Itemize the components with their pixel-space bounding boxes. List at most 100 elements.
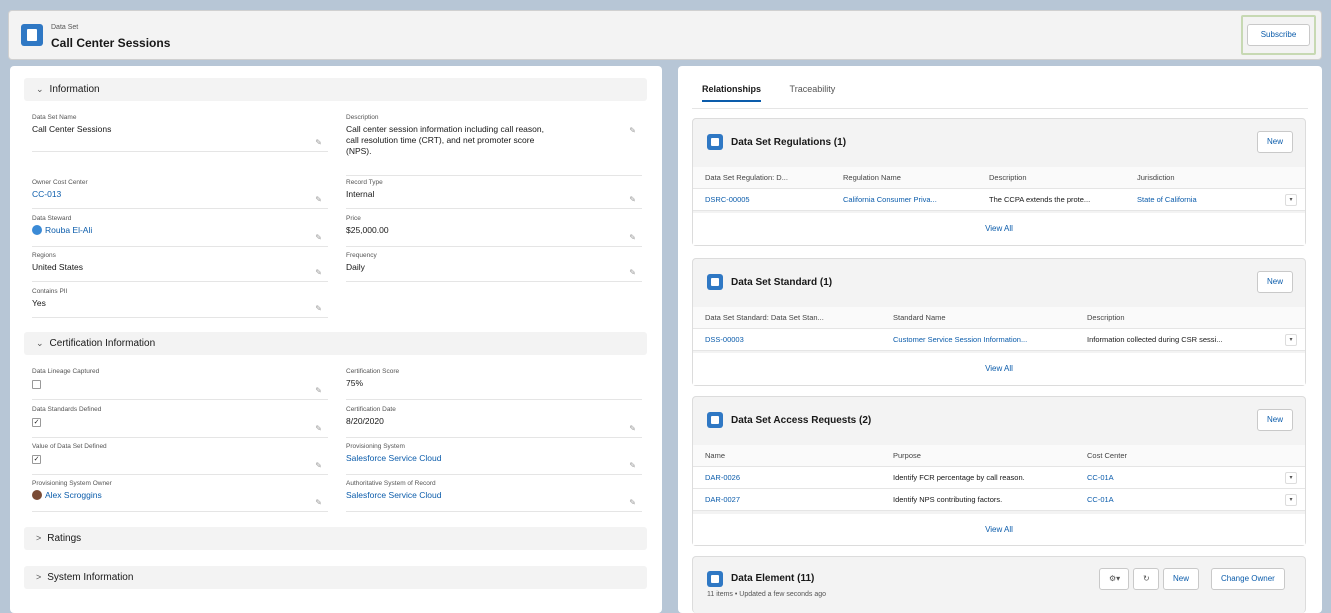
pencil-icon[interactable]: ✎	[315, 498, 322, 507]
pencil-icon[interactable]: ✎	[315, 424, 322, 433]
new-button[interactable]: New	[1163, 568, 1200, 590]
data-set-icon	[21, 24, 43, 46]
refresh-icon[interactable]: ↻	[1133, 568, 1159, 590]
table-cell: Information collected during CSR sessi..…	[1087, 335, 1223, 344]
table-row: DSRC-00005 California Consumer Priva... …	[693, 189, 1305, 211]
pencil-icon[interactable]: ✎	[315, 195, 322, 204]
new-button[interactable]: New	[1256, 409, 1293, 431]
table-cell-link[interactable]: DSRC-00005	[705, 189, 833, 211]
table-cell-link[interactable]: CC-01A	[1087, 489, 1267, 511]
pencil-icon[interactable]: ✎	[629, 268, 636, 277]
column-header[interactable]: Jurisdiction	[1137, 167, 1277, 189]
object-label: Data Set	[51, 24, 79, 31]
field-label: Authoritative System of Record	[346, 480, 436, 487]
table-cell-link[interactable]: CC-01A	[1087, 467, 1267, 489]
field-label: Frequency	[346, 252, 377, 259]
field-label: Certification Date	[346, 406, 396, 413]
field-certification-date: Certification Date 8/20/2020 ✎	[346, 406, 642, 438]
pencil-icon[interactable]: ✎	[315, 304, 322, 313]
section-certification-label: Certification Information	[49, 338, 156, 349]
tab-relationships[interactable]: Relationships	[702, 84, 762, 102]
field-record-type: Record Type Internal ✎	[346, 179, 642, 209]
column-header[interactable]: Data Set Standard: Data Set Stan...	[705, 307, 885, 329]
section-ratings-header[interactable]: > Ratings	[24, 527, 647, 550]
row-menu-icon[interactable]: ▾	[1285, 472, 1297, 484]
data-set-icon	[707, 134, 723, 150]
tab-divider	[692, 108, 1308, 109]
column-header[interactable]: Description	[989, 167, 1129, 189]
pencil-icon[interactable]: ✎	[629, 195, 636, 204]
column-header[interactable]: Data Set Regulation: D...	[705, 167, 833, 189]
field-value-link[interactable]: Salesforce Service Cloud	[346, 490, 642, 501]
pencil-icon[interactable]: ✎	[629, 461, 636, 470]
field-value-link[interactable]: Alex Scroggins	[32, 490, 328, 501]
field-value: United States	[32, 262, 84, 272]
table-cell-link[interactable]: State of California	[1137, 189, 1267, 211]
table-cell-link[interactable]: DSS-00003	[705, 329, 885, 351]
section-certification-header[interactable]: ⌄ Certification Information	[24, 332, 647, 355]
table-header-row: Data Set Regulation: D... Regulation Nam…	[693, 167, 1305, 189]
field-label: Provisioning System	[346, 443, 405, 450]
column-header[interactable]: Cost Center	[1087, 445, 1267, 467]
field-value: 75%	[346, 378, 364, 388]
tab-bar: Relationships Traceability	[702, 84, 861, 108]
pencil-icon[interactable]: ✎	[629, 233, 636, 242]
view-all-link[interactable]: View All	[693, 213, 1305, 245]
pencil-icon[interactable]: ✎	[315, 138, 322, 147]
field-value-line: (NPS).	[346, 146, 372, 156]
section-information-header[interactable]: ⌄ Information	[24, 78, 647, 101]
new-button[interactable]: New	[1256, 131, 1293, 153]
field-value-link[interactable]: Salesforce Service Cloud	[346, 453, 642, 464]
field-label: Owner Cost Center	[32, 179, 88, 186]
column-header[interactable]: Regulation Name	[843, 167, 983, 189]
field-regions: Regions United States ✎	[32, 252, 328, 282]
field-value: Daily	[346, 262, 365, 272]
tab-traceability[interactable]: Traceability	[790, 84, 836, 100]
checkbox-checked[interactable]: ✓	[32, 418, 41, 427]
change-owner-button[interactable]: Change Owner	[1211, 568, 1285, 590]
pencil-icon[interactable]: ✎	[629, 424, 636, 433]
field-data-set-name: Data Set Name Call Center Sessions ✎	[32, 114, 328, 152]
settings-icon[interactable]: ⚙▾	[1099, 568, 1129, 590]
table-cell-link[interactable]: DAR-0027	[705, 489, 885, 511]
view-all-link[interactable]: View All	[693, 514, 1305, 545]
new-button[interactable]: New	[1256, 271, 1293, 293]
section-information-label: Information	[49, 84, 100, 95]
field-authoritative-system: Authoritative System of Record Salesforc…	[346, 480, 642, 512]
table-cell-link[interactable]: DAR-0026	[705, 467, 885, 489]
checkbox-checked[interactable]: ✓	[32, 455, 41, 464]
table-cell-link[interactable]: Customer Service Session Information...	[893, 329, 1081, 351]
table-cell-link[interactable]: California Consumer Priva...	[843, 189, 983, 211]
pencil-icon[interactable]: ✎	[315, 233, 322, 242]
view-all-link[interactable]: View All	[693, 353, 1305, 385]
record-title: Call Center Sessions	[51, 36, 171, 50]
field-label: Description	[346, 114, 379, 121]
column-header[interactable]: Purpose	[893, 445, 1073, 467]
subscribe-button[interactable]: Subscribe	[1247, 24, 1310, 46]
field-label: Provisioning System Owner	[32, 480, 112, 487]
field-value: Yes	[32, 298, 46, 308]
field-value-link[interactable]: CC-013	[32, 189, 328, 200]
standard-table: Data Set Standard: Data Set Stan... Stan…	[693, 307, 1305, 351]
row-menu-icon[interactable]: ▾	[1285, 334, 1297, 346]
row-menu-icon[interactable]: ▾	[1285, 194, 1297, 206]
section-system-information-header[interactable]: > System Information	[24, 566, 647, 589]
pencil-icon[interactable]: ✎	[629, 126, 636, 135]
data-element-icon	[707, 571, 723, 587]
data-set-icon	[707, 412, 723, 428]
checkbox[interactable]	[32, 380, 41, 389]
table-header-row: Data Set Standard: Data Set Stan... Stan…	[693, 307, 1305, 329]
field-value-link[interactable]: Rouba El-Ali	[32, 225, 328, 236]
pencil-icon[interactable]: ✎	[315, 268, 322, 277]
pencil-icon[interactable]: ✎	[315, 461, 322, 470]
data-set-icon	[707, 274, 723, 290]
pencil-icon[interactable]: ✎	[315, 386, 322, 395]
row-menu-icon[interactable]: ▾	[1285, 494, 1297, 506]
column-header[interactable]: Name	[705, 445, 885, 467]
field-description: Description Call center session informat…	[346, 114, 642, 176]
column-header[interactable]: Standard Name	[893, 307, 1073, 329]
field-label: Data Lineage Captured	[32, 368, 100, 375]
field-label: Regions	[32, 252, 56, 259]
pencil-icon[interactable]: ✎	[629, 498, 636, 507]
column-header[interactable]: Description	[1087, 307, 1277, 329]
